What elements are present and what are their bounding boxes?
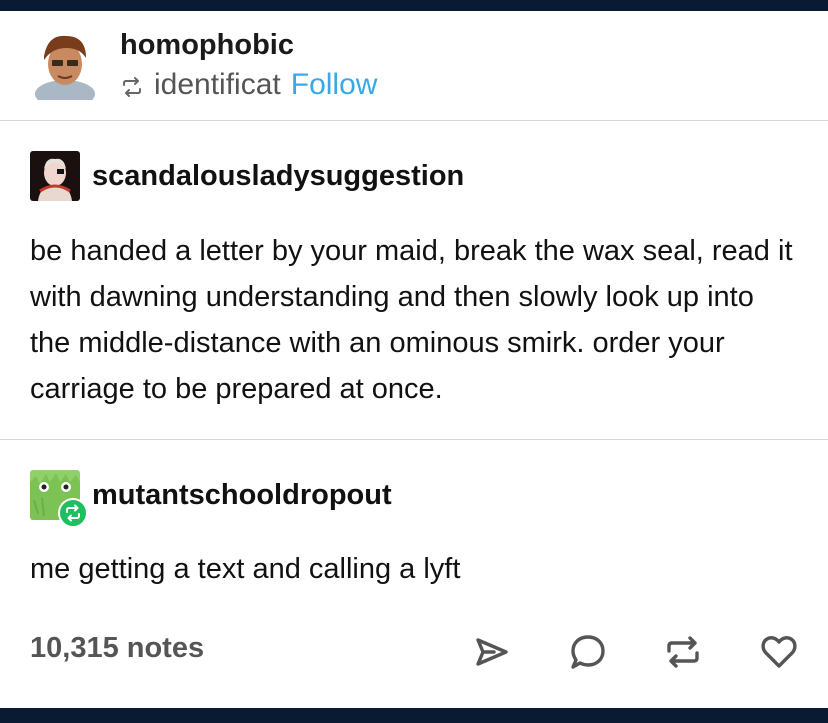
- post-author: mutantschooldropout: [30, 470, 392, 528]
- post-text: me getting a text and calling a lyft: [30, 553, 461, 585]
- like-icon[interactable]: [759, 632, 799, 672]
- author-username[interactable]: scandalousladysuggestion: [92, 160, 464, 193]
- author-avatar[interactable]: [30, 151, 80, 201]
- blog-name[interactable]: homophobic: [120, 29, 294, 62]
- divider: [0, 439, 828, 440]
- reblog-icon[interactable]: [663, 632, 703, 672]
- author-username[interactable]: mutantschooldropout: [92, 479, 392, 512]
- divider: [0, 120, 828, 121]
- author-avatar[interactable]: [30, 470, 88, 528]
- reblog-source: identificat Follow: [120, 68, 377, 102]
- reply-icon[interactable]: [568, 632, 608, 672]
- post-author: scandalousladysuggestion: [30, 151, 464, 201]
- reblog-badge-icon: [58, 498, 88, 528]
- reblog-mini-icon: [120, 73, 144, 97]
- bottom-bar: [0, 708, 828, 723]
- post-header: homophobic identificat Follow: [0, 11, 828, 120]
- blog-avatar[interactable]: [30, 30, 100, 100]
- top-bar: [0, 0, 828, 11]
- share-icon[interactable]: [472, 632, 512, 672]
- notes-count[interactable]: 10,315 notes: [30, 632, 204, 665]
- post-text: be handed a letter by your maid, break t…: [30, 235, 793, 405]
- reblogged-from-name[interactable]: identificat: [154, 68, 281, 102]
- follow-button[interactable]: Follow: [291, 68, 378, 102]
